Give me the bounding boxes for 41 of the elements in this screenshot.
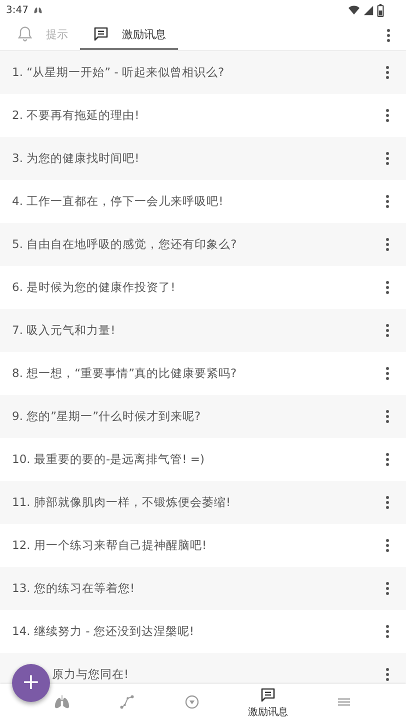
message-text: 6. 是时候为您的健康作投资了! (12, 280, 176, 295)
message-text: 4. 工作一直都在，停下一会儿来呼吸吧! (12, 194, 224, 209)
message-row[interactable]: 9. 您的”星期一”什么时候才到来呢? (0, 395, 406, 438)
nav-item[interactable]: 激励讯息 (244, 686, 292, 718)
message-row[interactable]: 8. 想一想，“重要事情”真的比健康要紧吗? (0, 352, 406, 395)
compass-icon (182, 693, 201, 711)
message-row[interactable]: 7. 吸入元气和力量! (0, 309, 406, 352)
message-text: 12. 用一个练习来帮自己提神醒脑吧! (12, 538, 208, 553)
message-row[interactable]: 6. 是时候为您的健康作投资了! (0, 266, 406, 309)
message-text: 9. 您的”星期一”什么时候才到来呢? (12, 409, 202, 424)
message-text: 2. 不要再有拖延的理由! (12, 108, 140, 123)
message-row[interactable]: 3. 为您的健康找时间吧! (0, 137, 406, 180)
message-row[interactable]: 2. 不要再有拖延的理由! (0, 94, 406, 137)
message-text: 14. 继续努力 - 您还没到达涅槃呢! (12, 624, 196, 639)
lungs-icon (53, 693, 72, 711)
message-text: 8. 想一想，“重要事情”真的比健康要紧吗? (12, 366, 238, 381)
message-text: 原力与您同在! (51, 667, 130, 682)
message-text: 11. 肺部就像肌肉一样，不锻炼便会萎缩! (12, 495, 232, 510)
message-row[interactable]: 5. 自由自在地呼吸的感觉，您还有印象么? (0, 223, 406, 266)
message-row[interactable]: 4. 工作一直都在，停下一会儿来呼吸吧! (0, 180, 406, 223)
wifi-icon (348, 4, 360, 16)
signal-icon (363, 4, 374, 16)
message-text: 13. 您的练习在等着您! (12, 581, 136, 596)
message-icon (92, 25, 110, 43)
message-row[interactable]: 11. 肺部就像肌肉一样，不锻炼便会萎缩! (0, 481, 406, 524)
message-text: 10. 最重要的要的-是远离排气管! =) (12, 452, 206, 467)
bell-icon (16, 25, 34, 43)
message-row[interactable]: 14. 继续努力 - 您还没到达涅槃呢! (0, 610, 406, 653)
message-text: 5. 自由自在地呼吸的感觉，您还有印象么? (12, 237, 238, 252)
message-row[interactable]: 13. 您的练习在等着您! (0, 567, 406, 610)
message-text: 7. 吸入元气和力量! (12, 323, 116, 338)
status-time: 3:47 (6, 4, 28, 16)
battery-icon (377, 4, 384, 16)
message-row[interactable]: 12. 用一个练习来帮自己提神醒脑吧! (0, 524, 406, 567)
message-row[interactable]: 1. “从星期一开始” - 听起来似曾相识么? (0, 51, 406, 94)
message-text: 1. “从星期一开始” - 听起来似曾相识么? (12, 65, 226, 80)
message-icon (258, 686, 277, 704)
message-row[interactable]: 10. 最重要的要的-是远离排气管! =) (0, 438, 406, 481)
path-icon (118, 693, 136, 711)
lungs-icon (33, 5, 44, 15)
message-text: 3. 为您的健康找时间吧! (12, 151, 140, 166)
